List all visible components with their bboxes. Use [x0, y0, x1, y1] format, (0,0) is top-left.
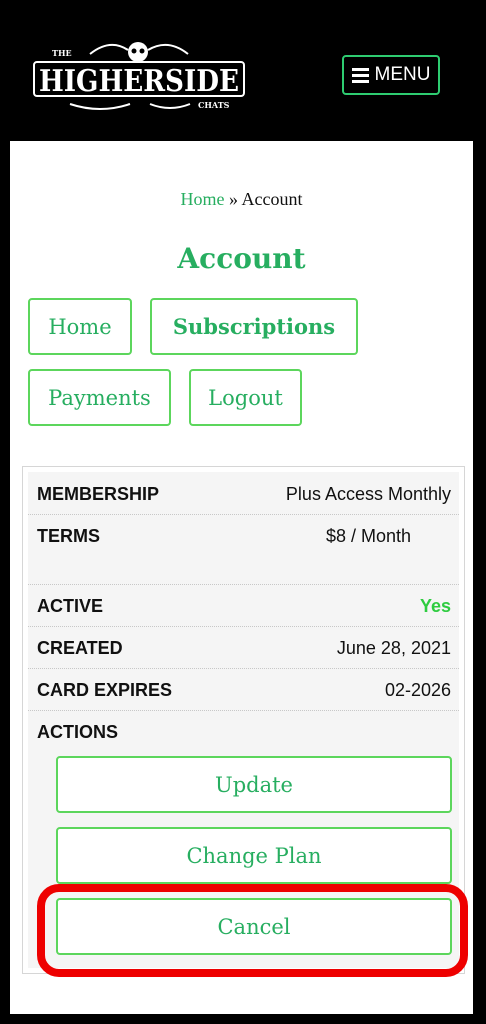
created-row: CREATED June 28, 2021	[28, 626, 459, 669]
nav-subscriptions-button[interactable]: Subscriptions	[150, 298, 358, 355]
created-value: June 28, 2021	[336, 638, 451, 658]
menu-label: MENU	[374, 64, 431, 85]
logo-main-text: HIGHERSIDE	[39, 64, 239, 99]
nav-home-button[interactable]: Home	[28, 298, 132, 355]
active-value: Yes	[419, 596, 451, 616]
logo-bottom-text: CHATS	[198, 100, 230, 110]
site-header: THE HIGHERSIDE CHATS MENU	[0, 0, 486, 140]
active-label: ACTIVE	[37, 596, 104, 616]
nav-logout-button[interactable]: Logout	[189, 369, 302, 426]
breadcrumb-home-link[interactable]: Home	[181, 189, 225, 209]
nav-payments-button[interactable]: Payments	[28, 369, 171, 426]
card-expires-label: CARD EXPIRES	[37, 680, 173, 700]
change-plan-button[interactable]: Change Plan	[56, 827, 452, 884]
terms-value: $8 / Month	[325, 526, 411, 546]
update-button[interactable]: Update	[56, 756, 452, 813]
hamburger-icon	[351, 67, 369, 83]
membership-label: MEMBERSHIP	[37, 484, 160, 504]
breadcrumb-separator: »	[229, 189, 238, 209]
page-title: Account	[177, 242, 306, 275]
skull-icon	[128, 42, 148, 62]
breadcrumb: Home » Account	[10, 189, 473, 210]
card-expires-row: CARD EXPIRES 02-2026	[28, 668, 459, 711]
actions-label: ACTIONS	[37, 722, 118, 742]
membership-row: MEMBERSHIP Plus Access Monthly	[28, 472, 459, 515]
terms-row: TERMS $8 / Month	[28, 514, 459, 585]
site-logo[interactable]: THE HIGHERSIDE CHATS	[30, 36, 248, 114]
membership-value: Plus Access Monthly	[285, 484, 451, 504]
menu-button[interactable]: MENU	[342, 55, 440, 95]
active-row: ACTIVE Yes	[28, 584, 459, 627]
logo-top-text: THE	[52, 48, 72, 58]
created-label: CREATED	[37, 638, 123, 658]
card-expires-value: 02-2026	[384, 680, 451, 700]
cancel-highlight-outline	[37, 884, 468, 977]
breadcrumb-current: Account	[241, 189, 303, 209]
terms-label: TERMS	[37, 526, 100, 546]
